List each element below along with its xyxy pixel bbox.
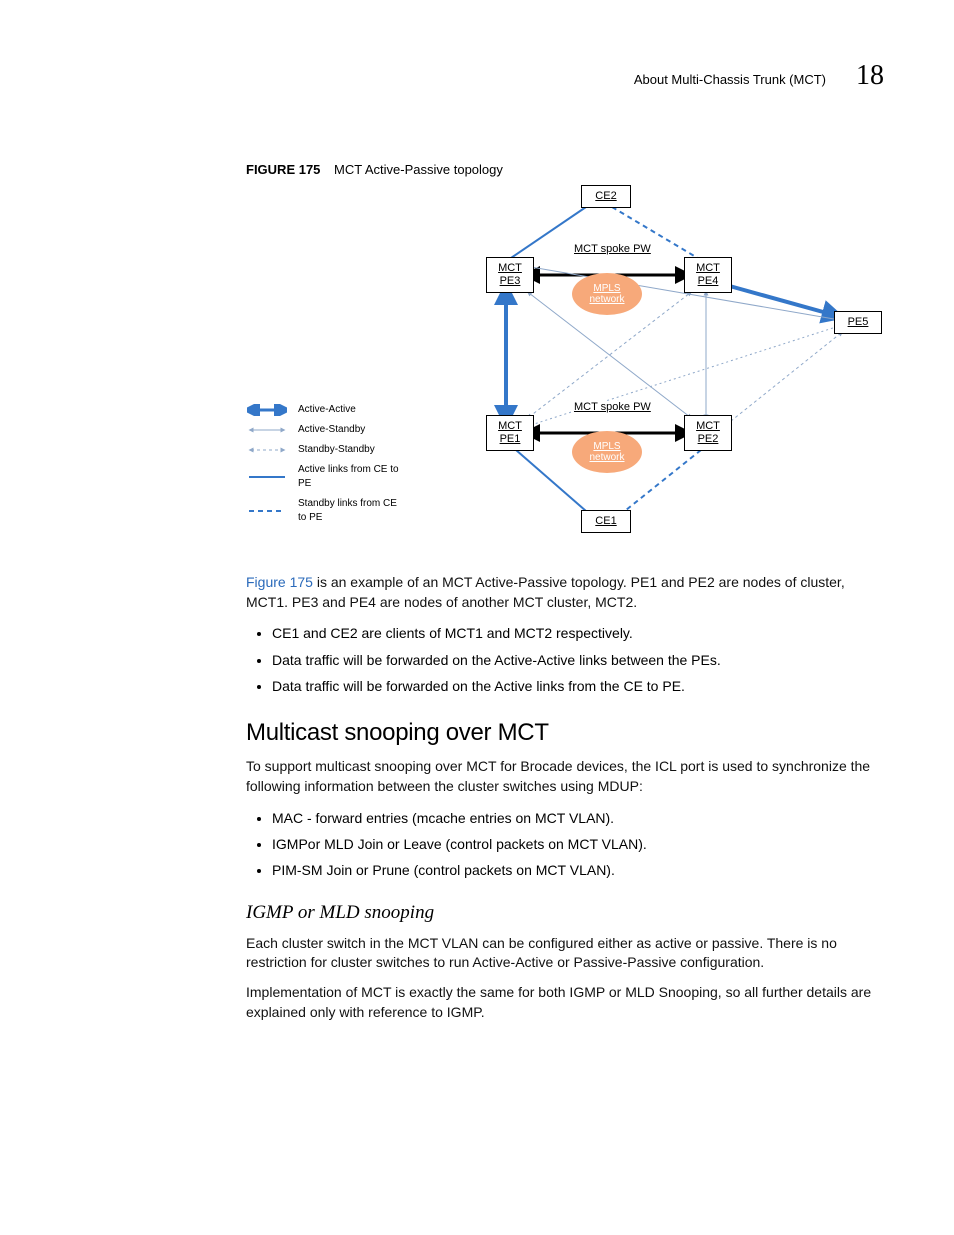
legend-icon-standby-standby [246,444,288,456]
topology-diagram: CE2 MCT PE3 MCT PE4 PE5 MCT PE1 MCT PE2 … [246,185,886,555]
list-item: MAC - forward entries (mcache entries on… [272,807,884,829]
node-ce1: CE1 [581,510,631,533]
cloud-mpls-2: MPLS network [572,431,642,473]
figure-caption-text: MCT Active-Passive topology [334,162,503,177]
node-ce2: CE2 [581,185,631,208]
page-number: 18 [856,60,884,92]
page-header: About Multi-Chassis Trunk (MCT) 18 [70,60,884,92]
figure-caption: FIGURE 175 MCT Active-Passive topology [246,162,884,177]
figure-label: FIGURE 175 [246,162,320,177]
list-item: Data traffic will be forwarded on the Ac… [272,649,884,671]
legend-label: Active-Active [298,403,408,417]
paragraph: Implementation of MCT is exactly the sam… [246,983,884,1022]
list-item: PIM-SM Join or Prune (control packets on… [272,859,884,881]
paragraph: To support multicast snooping over MCT f… [246,757,884,796]
node-pe3: MCT PE3 [486,257,534,293]
node-pe4: MCT PE4 [684,257,732,293]
legend-label: Active-Standby [298,423,408,437]
label-spoke-2: MCT spoke PW [574,401,651,413]
node-pe5: PE5 [834,311,882,334]
section-heading: Multicast snooping over MCT [246,719,884,747]
diagram-legend: Active-Active Active-Standby Standby-Sta… [246,403,408,531]
paragraph-text: is an example of an MCT Active-Passive t… [246,574,845,610]
label-spoke-1: MCT spoke PW [574,243,651,255]
list-item: CE1 and CE2 are clients of MCT1 and MCT2… [272,622,884,644]
legend-label: Standby-Standby [298,443,408,457]
paragraph: Each cluster switch in the MCT VLAN can … [246,934,884,973]
node-pe1: MCT PE1 [486,415,534,451]
cloud-mpls-1: MPLS network [572,273,642,315]
legend-label: Standby links from CE to PE [298,497,408,525]
paragraph: Figure 175 is an example of an MCT Activ… [246,573,884,612]
legend-icon-standby-link [246,505,288,517]
bullet-list-1: CE1 and CE2 are clients of MCT1 and MCT2… [246,622,884,697]
header-title: About Multi-Chassis Trunk (MCT) [634,72,826,87]
list-item: Data traffic will be forwarded on the Ac… [272,675,884,697]
subsection-heading: IGMP or MLD snooping [246,902,884,924]
legend-icon-active-active [246,404,288,416]
legend-icon-active-standby [246,424,288,436]
bullet-list-2: MAC - forward entries (mcache entries on… [246,807,884,882]
legend-icon-active-link [246,471,288,483]
node-pe2: MCT PE2 [684,415,732,451]
list-item: IGMPor MLD Join or Leave (control packet… [272,833,884,855]
figure-reference-link[interactable]: Figure 175 [246,574,313,590]
legend-label: Active links from CE to PE [298,463,408,491]
